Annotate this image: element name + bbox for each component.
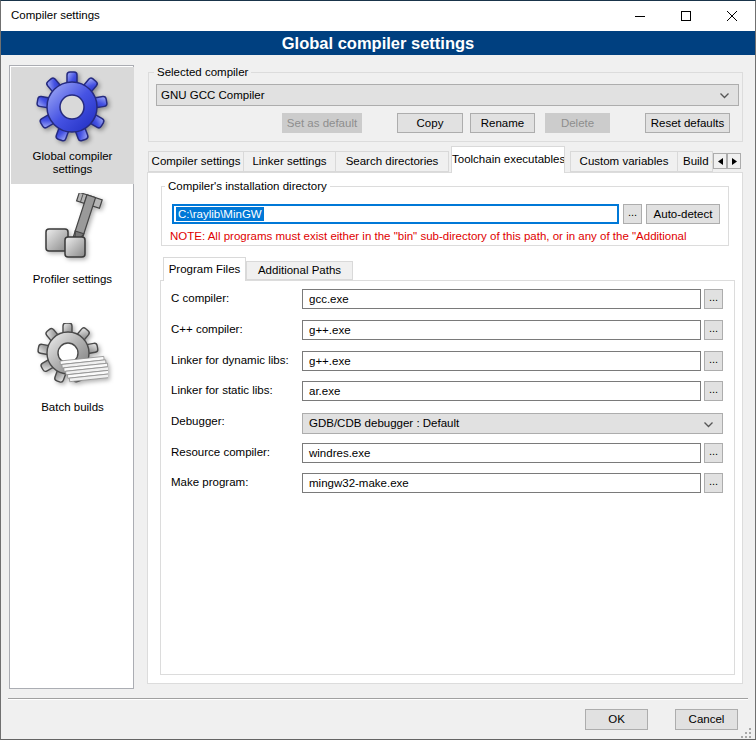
cancel-button[interactable]: Cancel [675, 709, 738, 730]
sidebar-item-global-compiler[interactable] [36, 71, 108, 143]
linker-dynamic-browse-button[interactable]: ... [704, 351, 723, 371]
rename-button[interactable]: Rename [470, 113, 535, 133]
settings-category-list: Global compiler settings Profiler sett [9, 65, 134, 689]
cpp-compiler-input[interactable]: g++.exe [302, 320, 701, 340]
sidebar-label-profiler[interactable]: Profiler settings [11, 273, 134, 286]
linker-dynamic-label: Linker for dynamic libs: [171, 351, 289, 370]
title-bar[interactable]: Compiler settings [0, 0, 756, 31]
sidebar-item-profiler[interactable] [36, 193, 108, 265]
blue-gear-icon [36, 71, 108, 143]
tab-custom-variables[interactable]: Custom variables [570, 151, 678, 172]
install-dir-value: C:\raylib\MinGW [176, 207, 264, 221]
resource-compiler-input[interactable]: windres.exe [302, 443, 701, 463]
arrow-right-icon [732, 158, 737, 165]
c-compiler-label: C compiler: [171, 289, 229, 308]
tab-search-directories[interactable]: Search directories [335, 151, 449, 172]
tab-scroll-right-button[interactable] [727, 153, 741, 169]
maximize-icon [681, 11, 691, 21]
profiler-caliper-icon [36, 193, 108, 265]
subtab-additional-paths[interactable]: Additional Paths [246, 261, 353, 280]
window-title: Compiler settings [11, 0, 100, 31]
reset-defaults-button[interactable]: Reset defaults [645, 113, 730, 133]
compiler-select[interactable]: GNU GCC Compiler [156, 84, 739, 106]
debugger-select-value: GDB/CDB debugger : Default [309, 417, 459, 429]
caption-buttons [617, 1, 755, 31]
autodetect-button[interactable]: Auto-detect [646, 204, 720, 224]
footer-divider-highlight [8, 699, 748, 700]
linker-static-browse-button[interactable]: ... [704, 381, 723, 401]
install-dir-note: NOTE: All programs must exist either in … [170, 229, 715, 244]
maximize-button[interactable] [663, 1, 709, 31]
install-dir-browse-button[interactable]: ... [623, 204, 642, 224]
linker-static-label: Linker for static libs: [171, 381, 273, 400]
install-dir-input[interactable]: C:\raylib\MinGW [172, 204, 619, 224]
debugger-label: Debugger: [171, 412, 225, 431]
compiler-select-value: GNU GCC Compiler [161, 89, 265, 101]
chevron-down-icon [720, 93, 729, 99]
close-button[interactable] [709, 1, 755, 31]
sidebar-label-global-compiler[interactable]: Global compiler settings [23, 150, 122, 176]
debugger-select[interactable]: GDB/CDB debugger : Default [302, 413, 723, 434]
install-dir-group-label: Compiler's installation directory [165, 180, 330, 193]
set-as-default-button[interactable]: Set as default [282, 113, 362, 133]
copy-button[interactable]: Copy [397, 113, 463, 133]
make-program-input[interactable]: mingw32-make.exe [302, 473, 701, 493]
sidebar-label-batch-builds[interactable]: Batch builds [11, 401, 134, 414]
batch-builds-icon [36, 323, 108, 395]
selected-compiler-group-label: Selected compiler [154, 66, 251, 79]
close-icon [727, 11, 737, 21]
c-compiler-browse-button[interactable]: ... [704, 289, 723, 309]
cpp-compiler-label: C++ compiler: [171, 320, 243, 339]
cpp-compiler-browse-button[interactable]: ... [704, 320, 723, 340]
c-compiler-input[interactable]: gcc.exe [302, 289, 701, 309]
arrow-left-icon [718, 158, 723, 165]
debugger-chevron-down-icon [704, 422, 713, 428]
ok-button[interactable]: OK [585, 709, 648, 730]
make-program-browse-button[interactable]: ... [704, 473, 723, 493]
linker-dynamic-input[interactable]: g++.exe [302, 351, 701, 371]
sidebar-item-batch-builds[interactable] [36, 323, 108, 395]
tab-build-options[interactable]: Build options [677, 151, 713, 172]
dialog-header: Global compiler settings [1, 31, 755, 55]
minimize-icon [635, 11, 645, 21]
tab-toolchain-executables[interactable]: Toolchain executables [451, 146, 565, 173]
tab-compiler-settings[interactable]: Compiler settings [148, 151, 244, 172]
subtab-program-files[interactable]: Program Files [163, 257, 246, 281]
make-program-label: Make program: [171, 473, 248, 492]
resource-compiler-browse-button[interactable]: ... [704, 443, 723, 463]
linker-static-input[interactable]: ar.exe [302, 381, 701, 401]
compiler-settings-window: Compiler settings Global compiler settin… [0, 0, 756, 740]
tab-linker-settings[interactable]: Linker settings [243, 151, 336, 172]
resource-compiler-label: Resource compiler: [171, 443, 270, 462]
tab-scroll-left-button[interactable] [713, 153, 727, 169]
delete-button[interactable]: Delete [545, 113, 610, 133]
minimize-button[interactable] [617, 1, 663, 31]
